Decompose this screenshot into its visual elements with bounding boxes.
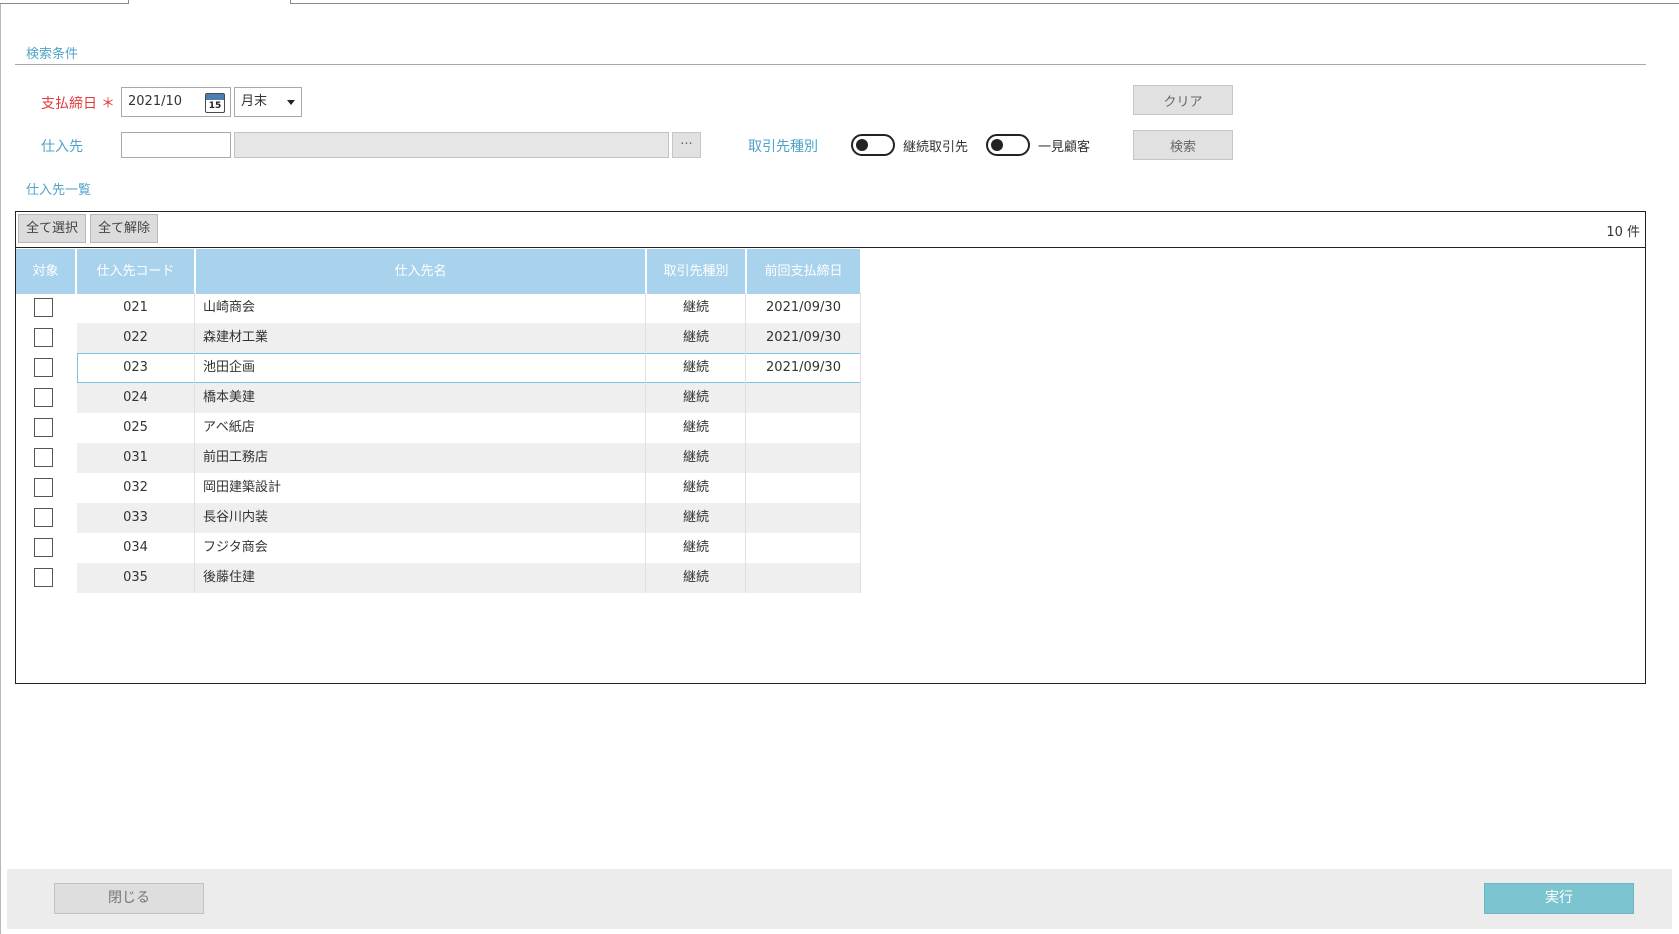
tab-strip-left	[0, 0, 128, 4]
continuing-partner-toggle-label: 継続取引先	[903, 140, 969, 155]
row-checkbox[interactable]	[34, 328, 53, 347]
close-button[interactable]: 閉じる	[54, 883, 204, 914]
cell-supplier-name: 森建材工業	[196, 323, 646, 353]
cell-supplier-code: 034	[77, 533, 195, 563]
search-conditions-title: 検索条件	[26, 47, 79, 62]
cell-partner-type: 継続	[647, 413, 746, 443]
cell-partner-type: 継続	[647, 383, 746, 413]
cell-last-close-date	[747, 563, 861, 593]
one-time-customer-toggle-label: 一見顧客	[1038, 140, 1091, 155]
record-count: 10 件	[1606, 225, 1640, 240]
column-header-last-close-date[interactable]: 前回支払締日	[747, 249, 861, 294]
cell-supplier-name: 橋本美建	[196, 383, 646, 413]
cell-partner-type: 継続	[647, 293, 746, 323]
supplier-code-input[interactable]	[121, 132, 231, 158]
tab-active[interactable]	[128, 0, 291, 4]
supplier-label: 仕入先	[41, 139, 83, 155]
cell-last-close-date	[747, 473, 861, 503]
column-header-target[interactable]: 対象	[16, 249, 76, 294]
cell-partner-type: 継続	[647, 473, 746, 503]
chevron-down-icon	[287, 100, 295, 105]
cell-supplier-name: フジタ商会	[196, 533, 646, 563]
cell-partner-type: 継続	[647, 443, 746, 473]
cell-partner-type: 継続	[647, 563, 746, 593]
column-header-partner-type[interactable]: 取引先種別	[647, 249, 746, 294]
payment-close-day-select[interactable]: 月末	[234, 87, 302, 117]
cell-last-close-date	[747, 413, 861, 443]
cell-supplier-code: 021	[77, 293, 195, 323]
cell-supplier-name: アベ紙店	[196, 413, 646, 443]
row-checkbox[interactable]	[34, 418, 53, 437]
continuing-partner-toggle[interactable]	[851, 134, 895, 156]
supplier-lookup-button[interactable]: ···	[672, 132, 701, 158]
clear-button[interactable]: クリア	[1133, 85, 1233, 115]
row-checkbox[interactable]	[34, 478, 53, 497]
cell-partner-type: 継続	[647, 533, 746, 563]
calendar-icon[interactable]: 15	[205, 93, 225, 113]
column-header-supplier-name[interactable]: 仕入先名	[196, 249, 646, 294]
window-left-border	[0, 4, 1, 934]
cell-supplier-name: 岡田建築設計	[196, 473, 646, 503]
cell-supplier-code: 024	[77, 383, 195, 413]
footer-bar	[7, 869, 1672, 929]
cell-supplier-name: 後藤住建	[196, 563, 646, 593]
cell-last-close-date	[747, 443, 861, 473]
payment-close-day-select-value: 月末	[241, 94, 268, 109]
list-toolbar-divider	[15, 247, 1646, 248]
execute-button[interactable]: 実行	[1484, 883, 1634, 914]
search-conditions-divider	[15, 64, 1646, 65]
row-checkbox[interactable]	[34, 358, 53, 377]
tab-strip-right	[291, 0, 1679, 4]
cell-supplier-code: 035	[77, 563, 195, 593]
cell-supplier-code: 032	[77, 473, 195, 503]
calendar-icon-day: 15	[208, 101, 222, 111]
cell-supplier-name: 長谷川内装	[196, 503, 646, 533]
cell-partner-type: 継続	[647, 353, 746, 383]
payment-close-date-label: 支払締日	[41, 96, 97, 112]
cell-supplier-name: 前田工務店	[196, 443, 646, 473]
deselect-all-button[interactable]: 全て解除	[90, 214, 158, 243]
row-checkbox[interactable]	[34, 298, 53, 317]
cell-last-close-date	[747, 533, 861, 563]
row-checkbox[interactable]	[34, 388, 53, 407]
select-all-button[interactable]: 全て選択	[18, 214, 86, 243]
cell-supplier-code: 023	[77, 353, 195, 383]
one-time-customer-toggle[interactable]	[986, 134, 1030, 156]
row-checkbox[interactable]	[34, 508, 53, 527]
row-checkbox[interactable]	[34, 538, 53, 557]
cell-supplier-code: 025	[77, 413, 195, 443]
search-button[interactable]: 検索	[1133, 130, 1233, 160]
cell-last-close-date: 2021/09/30	[747, 293, 861, 323]
partner-type-label: 取引先種別	[748, 139, 818, 155]
cell-supplier-name: 池田企画	[196, 353, 646, 383]
cell-supplier-code: 022	[77, 323, 195, 353]
row-checkbox[interactable]	[34, 568, 53, 587]
cell-partner-type: 継続	[647, 503, 746, 533]
cell-last-close-date: 2021/09/30	[747, 353, 861, 383]
cell-last-close-date	[747, 503, 861, 533]
cell-partner-type: 継続	[647, 323, 746, 353]
required-mark: ＊	[101, 96, 115, 112]
cell-last-close-date	[747, 383, 861, 413]
row-checkbox[interactable]	[34, 448, 53, 467]
supplier-name-field	[234, 132, 669, 158]
cell-supplier-code: 033	[77, 503, 195, 533]
payment-close-date-label-group: 支払締日＊	[41, 93, 115, 113]
cell-supplier-code: 031	[77, 443, 195, 473]
column-header-supplier-code[interactable]: 仕入先コード	[77, 249, 195, 294]
supplier-list-title: 仕入先一覧	[26, 183, 92, 198]
cell-supplier-name: 山崎商会	[196, 293, 646, 323]
cell-last-close-date: 2021/09/30	[747, 323, 861, 353]
